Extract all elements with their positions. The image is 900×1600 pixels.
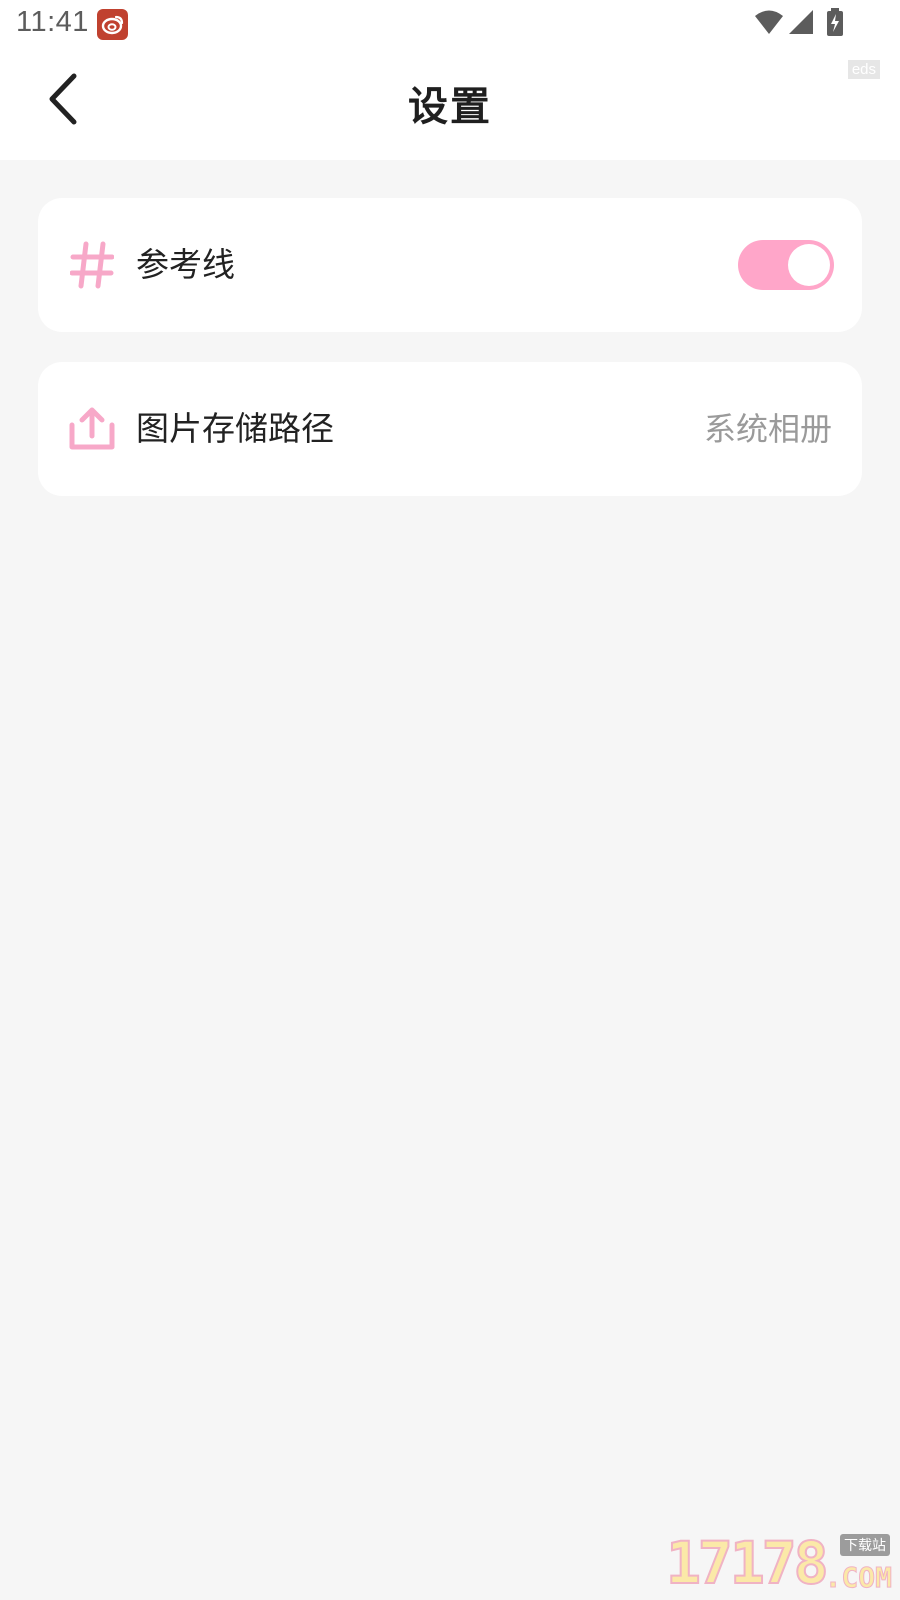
grid-icon	[66, 239, 118, 291]
debug-tag: eds	[847, 60, 880, 79]
page-title: 设置	[408, 84, 492, 130]
setting-row-reference-lines: 参考线	[38, 198, 862, 332]
setting-label-storage-path: 图片存储路径	[136, 409, 334, 448]
toggle-knob	[788, 244, 830, 286]
watermark-suffix: .COM	[824, 1561, 892, 1595]
weibo-icon	[97, 9, 128, 40]
setting-row-storage-path[interactable]: 图片存储路径 系统相册	[38, 362, 862, 496]
app-header: 设置 eds	[0, 48, 900, 160]
battery-charging-icon	[826, 8, 844, 40]
cell-signal-icon	[788, 9, 814, 39]
status-icons	[754, 8, 844, 40]
setting-label-reference-lines: 参考线	[136, 245, 235, 284]
status-time: 11:41	[16, 6, 89, 38]
reference-lines-toggle[interactable]	[738, 240, 834, 290]
wifi-icon	[754, 9, 784, 39]
watermark-digits: 17178	[665, 1529, 830, 1597]
upload-icon	[66, 403, 118, 455]
status-bar: 11:41	[0, 0, 900, 48]
storage-path-value: 系统相册	[703, 410, 832, 448]
site-watermark: 17178 下载站 .COM	[665, 1529, 893, 1597]
watermark-tag: 下载站	[840, 1534, 890, 1556]
